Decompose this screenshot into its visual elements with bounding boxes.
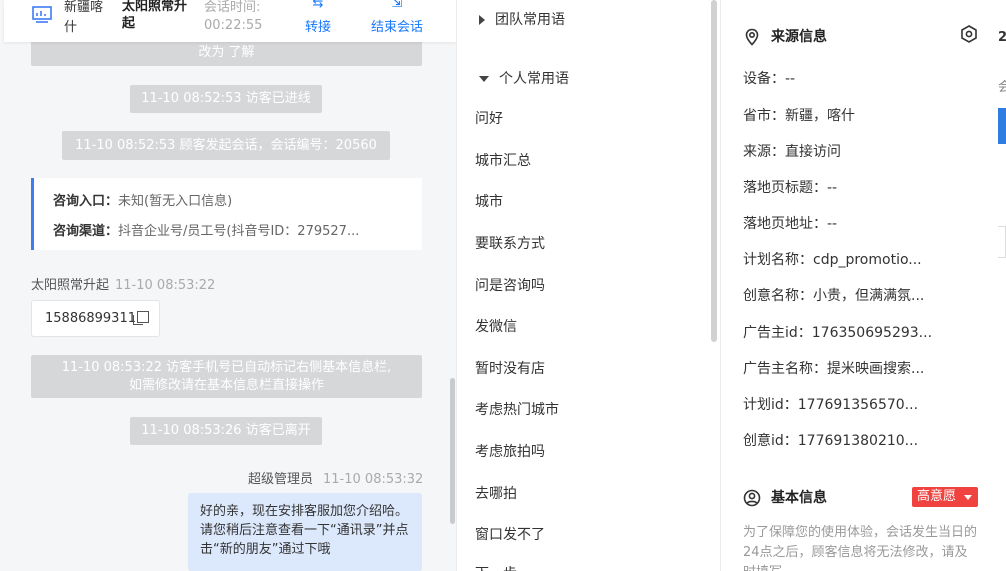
source-field: 落地页地址：-- bbox=[743, 216, 838, 232]
phrase-item[interactable]: 去哪拍 bbox=[475, 483, 517, 503]
phrase-item[interactable]: 城市汇总 bbox=[475, 150, 531, 170]
agent-sender: 超级管理员 11-10 08:53:32 bbox=[248, 468, 423, 487]
source-field: 设备：-- bbox=[743, 71, 796, 87]
system-message-text: 改为 了解 bbox=[198, 45, 255, 60]
system-message: 11-10 08:53:26 访客已离开 bbox=[130, 417, 322, 445]
sender-time: 11-10 08:53:22 bbox=[115, 278, 216, 293]
clipped-button[interactable] bbox=[998, 108, 1006, 144]
transfer-button[interactable]: ⇆ 转接 bbox=[287, 0, 349, 35]
source-field: 省市：新疆，喀什 bbox=[743, 108, 855, 124]
source-info-title: 来源信息 bbox=[743, 26, 827, 46]
phrase-item[interactable]: 发微信 bbox=[475, 316, 517, 336]
user-circle-icon bbox=[743, 489, 761, 507]
location-pin-icon bbox=[745, 28, 759, 46]
visitor-sender: 太阳照常升起 11-10 08:53:22 bbox=[31, 274, 215, 293]
phrase-item[interactable]: 问好 bbox=[475, 108, 503, 128]
consult-entry-row: 咨询入口：未知(暂无入口信息) bbox=[53, 190, 408, 220]
end-session-button[interactable]: ⇲ 结束会话 bbox=[366, 0, 428, 35]
consult-entry-label: 咨询入口： bbox=[53, 194, 119, 209]
phrase-item[interactable]: 考虑旅拍吗 bbox=[475, 441, 545, 461]
visitor-region: 新疆喀什 bbox=[64, 0, 104, 35]
phrase-item[interactable]: 问是咨询吗 bbox=[475, 275, 545, 295]
personal-phrases-label: 个人常用语 bbox=[499, 71, 569, 87]
phrase-item[interactable]: 下一步 bbox=[475, 563, 517, 571]
customer-service-workspace: 新疆喀什 太阳照常升起 会话时间: 00:22:55 ⇆ 转接 ⇲ 结束会话 改… bbox=[0, 0, 1006, 571]
phrase-item[interactable]: 暂时没有店 bbox=[475, 358, 545, 378]
chevron-right-icon bbox=[479, 15, 485, 25]
phrase-item[interactable]: 考虑热门城市 bbox=[475, 399, 559, 419]
source-field: 计划名称：cdp_promotio... bbox=[743, 252, 922, 268]
sender-name: 太阳照常升起 bbox=[31, 278, 110, 293]
adjacent-panel-edge: 2 会 bbox=[998, 0, 1006, 571]
clipped-input[interactable] bbox=[998, 226, 1006, 258]
source-field: 广告主名称：提米映画搜索... bbox=[743, 361, 925, 377]
source-field: 创意id：177691380210... bbox=[743, 433, 919, 449]
copy-icon[interactable] bbox=[132, 311, 149, 325]
clipped-text: 会 bbox=[998, 80, 1006, 95]
chevron-down-icon bbox=[479, 76, 489, 82]
team-phrases-label: 团队常用语 bbox=[495, 12, 565, 28]
phrase-item[interactable]: 城市 bbox=[475, 191, 503, 211]
personal-phrases-group[interactable]: 个人常用语 bbox=[479, 68, 569, 88]
consult-info-card: 咨询入口：未知(暂无入口信息) 咨询渠道：抖音企业号/员工号(抖音号ID：279… bbox=[31, 178, 422, 250]
chat-panel: 新疆喀什 太阳照常升起 会话时间: 00:22:55 ⇆ 转接 ⇲ 结束会话 改… bbox=[0, 0, 456, 571]
source-info-label: 来源信息 bbox=[771, 29, 827, 45]
phrase-item[interactable]: 窗口发不了 bbox=[475, 524, 545, 544]
system-message: 11-10 08:52:53 顾客发起会话，会话编号：20560 bbox=[62, 131, 390, 160]
team-phrases-group[interactable]: 团队常用语 bbox=[479, 9, 565, 29]
session-time-label: 会话时间: bbox=[204, 0, 261, 15]
visitor-phone-message[interactable]: 15886899311 bbox=[31, 300, 160, 337]
agent-message: 好的亲，现在安排客服加您介绍哈。请您稍后注意查看一下“通讯录”并点击“新的朋友”… bbox=[188, 493, 422, 571]
source-field: 计划id：177691356570... bbox=[743, 397, 919, 413]
consult-channel-value: 抖音企业号/员工号(抖音号ID：279527... bbox=[118, 224, 360, 239]
consult-channel-label: 咨询渠道： bbox=[53, 224, 119, 239]
source-field: 落地页标题：-- bbox=[743, 180, 838, 196]
source-field: 广告主id：176350695293... bbox=[743, 325, 933, 341]
transfer-icon: ⇆ bbox=[312, 0, 324, 11]
basic-info-label: 基本信息 bbox=[771, 490, 827, 506]
visitor-info-panel: 来源信息 设备：-- 省市：新疆，喀什 来源：直接访问 落地页标题：-- 落地页… bbox=[720, 0, 998, 571]
phrases-scrollbar[interactable] bbox=[711, 0, 717, 342]
settings-hexagon-icon[interactable] bbox=[959, 24, 979, 44]
visitor-name: 太阳照常升起 bbox=[122, 0, 188, 31]
intent-level-dropdown[interactable]: 高意愿 bbox=[912, 487, 978, 507]
system-message: 11-10 08:52:53 访客已进线 bbox=[130, 85, 322, 113]
system-message-line: 如需修改请在基本信息栏直接操作 bbox=[128, 378, 324, 393]
session-time: 00:22:55 bbox=[204, 18, 263, 33]
chat-header: 新疆喀什 太阳照常升起 会话时间: 00:22:55 ⇆ 转接 ⇲ 结束会话 bbox=[4, 0, 456, 42]
system-message: 11-10 08:53:22 访客手机号已自动标记右侧基本信息栏, 如需修改请在… bbox=[31, 355, 422, 398]
end-session-label: 结束会话 bbox=[370, 20, 423, 35]
source-field: 来源：直接访问 bbox=[743, 144, 841, 160]
exit-icon: ⇲ bbox=[391, 0, 403, 11]
sender-time: 11-10 08:53:32 bbox=[323, 472, 424, 487]
chat-scrollbar[interactable] bbox=[450, 378, 455, 524]
source-field: 创意名称：小贵，但满满氛... bbox=[743, 288, 925, 304]
quick-phrases-panel: 团队常用语 个人常用语 问好 城市汇总 城市 要联系方式 问是咨询吗 发微信 暂… bbox=[456, 0, 719, 571]
clipped-text: 2 bbox=[998, 30, 1006, 45]
edit-deadline-notice: 为了保障您的使用体验，会话发生当日的24点之后，顾客信息将无法修改，请及时填写 bbox=[743, 525, 978, 571]
phone-number: 15886899311 bbox=[45, 311, 136, 326]
system-message-line: 11-10 08:53:22 访客手机号已自动标记右侧基本信息栏, bbox=[61, 360, 392, 375]
consult-channel-row: 咨询渠道：抖音企业号/员工号(抖音号ID：279527... bbox=[53, 220, 408, 250]
transfer-label: 转接 bbox=[304, 20, 331, 35]
monitor-chart-icon bbox=[32, 6, 52, 23]
phrase-item[interactable]: 要联系方式 bbox=[475, 233, 545, 253]
sender-name: 超级管理员 bbox=[248, 472, 314, 487]
consult-entry-value: 未知(暂无入口信息) bbox=[118, 194, 233, 209]
basic-info-title: 基本信息 bbox=[743, 487, 827, 507]
